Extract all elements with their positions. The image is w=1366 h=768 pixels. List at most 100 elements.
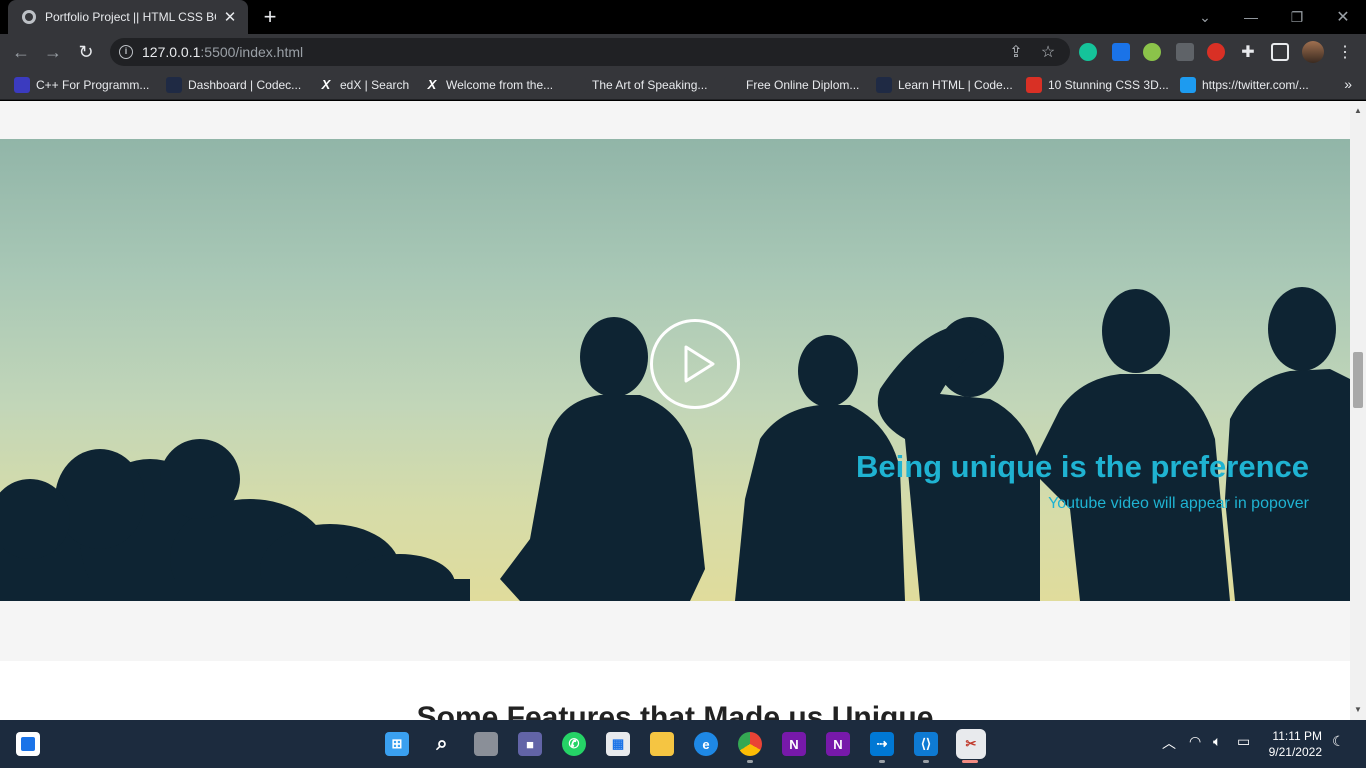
more-bookmarks-chevron-icon[interactable]: »	[1344, 76, 1352, 92]
close-tab-icon[interactable]: ✕	[222, 8, 238, 26]
running-indicator	[923, 760, 929, 763]
bookmarks-bar: C++ For Programm... Dashboard | Codec... X…	[0, 70, 1366, 100]
onenote-icon[interactable]: N	[782, 732, 806, 756]
twitter-icon	[1180, 77, 1196, 93]
tab-title: Portfolio Project || HTML CSS BO	[45, 10, 216, 24]
share-icon[interactable]: ⇪	[1006, 42, 1026, 62]
play-icon	[684, 345, 715, 383]
system-clock[interactable]: 11:11 PM 9/21/2022	[1269, 728, 1322, 760]
notification-moon-icon[interactable]: ☾	[1332, 733, 1345, 750]
bookmark-item[interactable]: The Art of Speaking...	[570, 76, 707, 94]
whatsapp-icon[interactable]: ✆	[562, 732, 586, 756]
extensions-puzzle-icon[interactable]: ✚	[1238, 42, 1258, 62]
forward-button[interactable]: →	[42, 41, 64, 63]
chrome-browser-icon[interactable]	[738, 732, 762, 756]
active-indicator	[962, 760, 978, 763]
adblock-extension-icon[interactable]	[1207, 43, 1225, 61]
onenote-app-icon[interactable]: N	[826, 732, 850, 756]
lightbulb-extension-icon[interactable]	[1143, 43, 1161, 61]
battery-icon[interactable]: ▭	[1237, 733, 1250, 750]
page-viewport: Being unique is the preference Youtube v…	[0, 101, 1350, 720]
red-site-icon	[1026, 77, 1042, 93]
clock-time: 11:11 PM	[1272, 729, 1322, 743]
task-view-icon[interactable]	[474, 732, 498, 756]
profile-avatar[interactable]	[1302, 41, 1324, 63]
bookmark-item[interactable]: X Welcome from the...	[424, 76, 553, 94]
edge-browser-icon[interactable]: e	[694, 732, 718, 756]
alison-icon	[570, 77, 586, 93]
minimize-button[interactable]: —	[1228, 0, 1274, 34]
alison-icon	[724, 77, 740, 93]
windows-taskbar: ⊞ ⌕ ■ ✆ ▦ e N N ⇢ ⟨⟩ ✂ ︿ ◠ 🔈︎ ▭ 11:11 PM…	[0, 720, 1366, 768]
bookmark-item[interactable]: Dashboard | Codec...	[166, 76, 301, 94]
page-scrollbar[interactable]: ▲ ▼	[1350, 101, 1366, 720]
reload-button[interactable]: ↻	[75, 41, 97, 63]
tab-search-icon[interactable]: ⌄	[1182, 0, 1228, 34]
file-explorer-icon[interactable]	[650, 732, 674, 756]
bookmark-item[interactable]: Free Online Diplom...	[724, 76, 859, 94]
tray-overflow-chevron-icon[interactable]: ︿	[1162, 733, 1176, 753]
volume-icon[interactable]: 🔈︎	[1213, 733, 1221, 750]
scroll-down-arrow-icon[interactable]: ▼	[1350, 702, 1366, 718]
clock-date: 9/21/2022	[1268, 745, 1322, 759]
vscode-icon[interactable]: ⟨⟩	[914, 732, 938, 756]
back-button[interactable]: ←	[10, 41, 32, 63]
features-heading: Some Features that Made us Unique	[416, 701, 934, 720]
grammarly-extension-icon[interactable]	[1079, 43, 1097, 61]
restore-button[interactable]: ❐	[1274, 0, 1320, 34]
search-icon[interactable]: ⌕	[430, 732, 454, 756]
bookmark-label: 10 Stunning CSS 3D...	[1048, 78, 1169, 92]
url-text[interactable]: 127.0.0.1:5500/index.html	[142, 44, 303, 60]
quick-assist-icon[interactable]: ⇢	[870, 732, 894, 756]
bookmark-label: edX | Search	[340, 78, 410, 92]
running-indicator	[747, 760, 753, 763]
browser-tab[interactable]: Portfolio Project || HTML CSS BO ✕	[8, 0, 248, 34]
bookmark-label: Free Online Diplom...	[746, 78, 860, 92]
pen-extension-icon[interactable]	[1176, 43, 1194, 61]
globe-icon	[22, 10, 36, 24]
bookmark-label: Welcome from the...	[446, 78, 554, 92]
site-info-icon[interactable]: i	[119, 45, 133, 59]
codecademy-icon	[876, 77, 892, 93]
bookmark-item[interactable]: 10 Stunning CSS 3D...	[1026, 76, 1169, 94]
menu-kebab-icon[interactable]: ⋮	[1335, 42, 1355, 62]
scroll-up-arrow-icon[interactable]: ▲	[1350, 103, 1366, 119]
scrollbar-thumb[interactable]	[1353, 352, 1363, 408]
bookmark-label: C++ For Programm...	[36, 78, 150, 92]
hero-heading: Being unique is the preference	[855, 449, 1309, 484]
snipping-tool-icon[interactable]: ✂	[956, 729, 986, 759]
edx-icon: X	[424, 77, 440, 93]
bookmark-item[interactable]: Learn HTML | Code...	[876, 76, 1013, 94]
extension-icon[interactable]	[1112, 43, 1130, 61]
side-panel-icon[interactable]	[1271, 43, 1289, 61]
bookmark-star-icon[interactable]: ☆	[1038, 42, 1058, 62]
running-indicator	[879, 760, 885, 763]
url-host: 127.0.0.1	[142, 44, 201, 60]
people-silhouette	[500, 287, 1350, 601]
bookmark-item[interactable]: https://twitter.com/...	[1180, 76, 1309, 94]
browser-toolbar: ← → ↻ i 127.0.0.1:5500/index.html ⇪ ☆ ✚ …	[0, 34, 1366, 70]
bookmark-label: Dashboard | Codec...	[188, 78, 302, 92]
bookmark-item[interactable]: C++ For Programm...	[14, 76, 149, 94]
bookmark-label: https://twitter.com/...	[1202, 78, 1309, 92]
video-hero-section: Being unique is the preference Youtube v…	[0, 139, 1350, 601]
edx-icon: X	[318, 77, 334, 93]
url-path: :5500/index.html	[200, 44, 304, 60]
new-tab-button[interactable]: +	[258, 5, 282, 29]
bookmark-item[interactable]: XedX | Search	[318, 76, 409, 94]
microsoft-store-icon[interactable]: ▦	[606, 732, 630, 756]
cpp-course-icon	[14, 77, 30, 93]
hero-subheading: Youtube video will appear in popover	[1048, 495, 1309, 512]
widgets-icon[interactable]	[16, 732, 40, 756]
bookmark-label: The Art of Speaking...	[592, 78, 708, 92]
play-video-button[interactable]	[650, 319, 740, 409]
tab-strip: Portfolio Project || HTML CSS BO ✕ + ⌄ —…	[0, 0, 1366, 34]
start-windows-icon[interactable]: ⊞	[385, 732, 409, 756]
tree-silhouette	[0, 439, 470, 601]
bookmark-label: Learn HTML | Code...	[898, 78, 1013, 92]
teams-chat-icon[interactable]: ■	[518, 732, 542, 756]
close-window-button[interactable]: ✕	[1320, 0, 1366, 34]
address-bar[interactable]: i 127.0.0.1:5500/index.html ⇪ ☆	[110, 38, 1070, 66]
wifi-icon[interactable]: ◠	[1189, 733, 1201, 750]
codecademy-icon	[166, 77, 182, 93]
